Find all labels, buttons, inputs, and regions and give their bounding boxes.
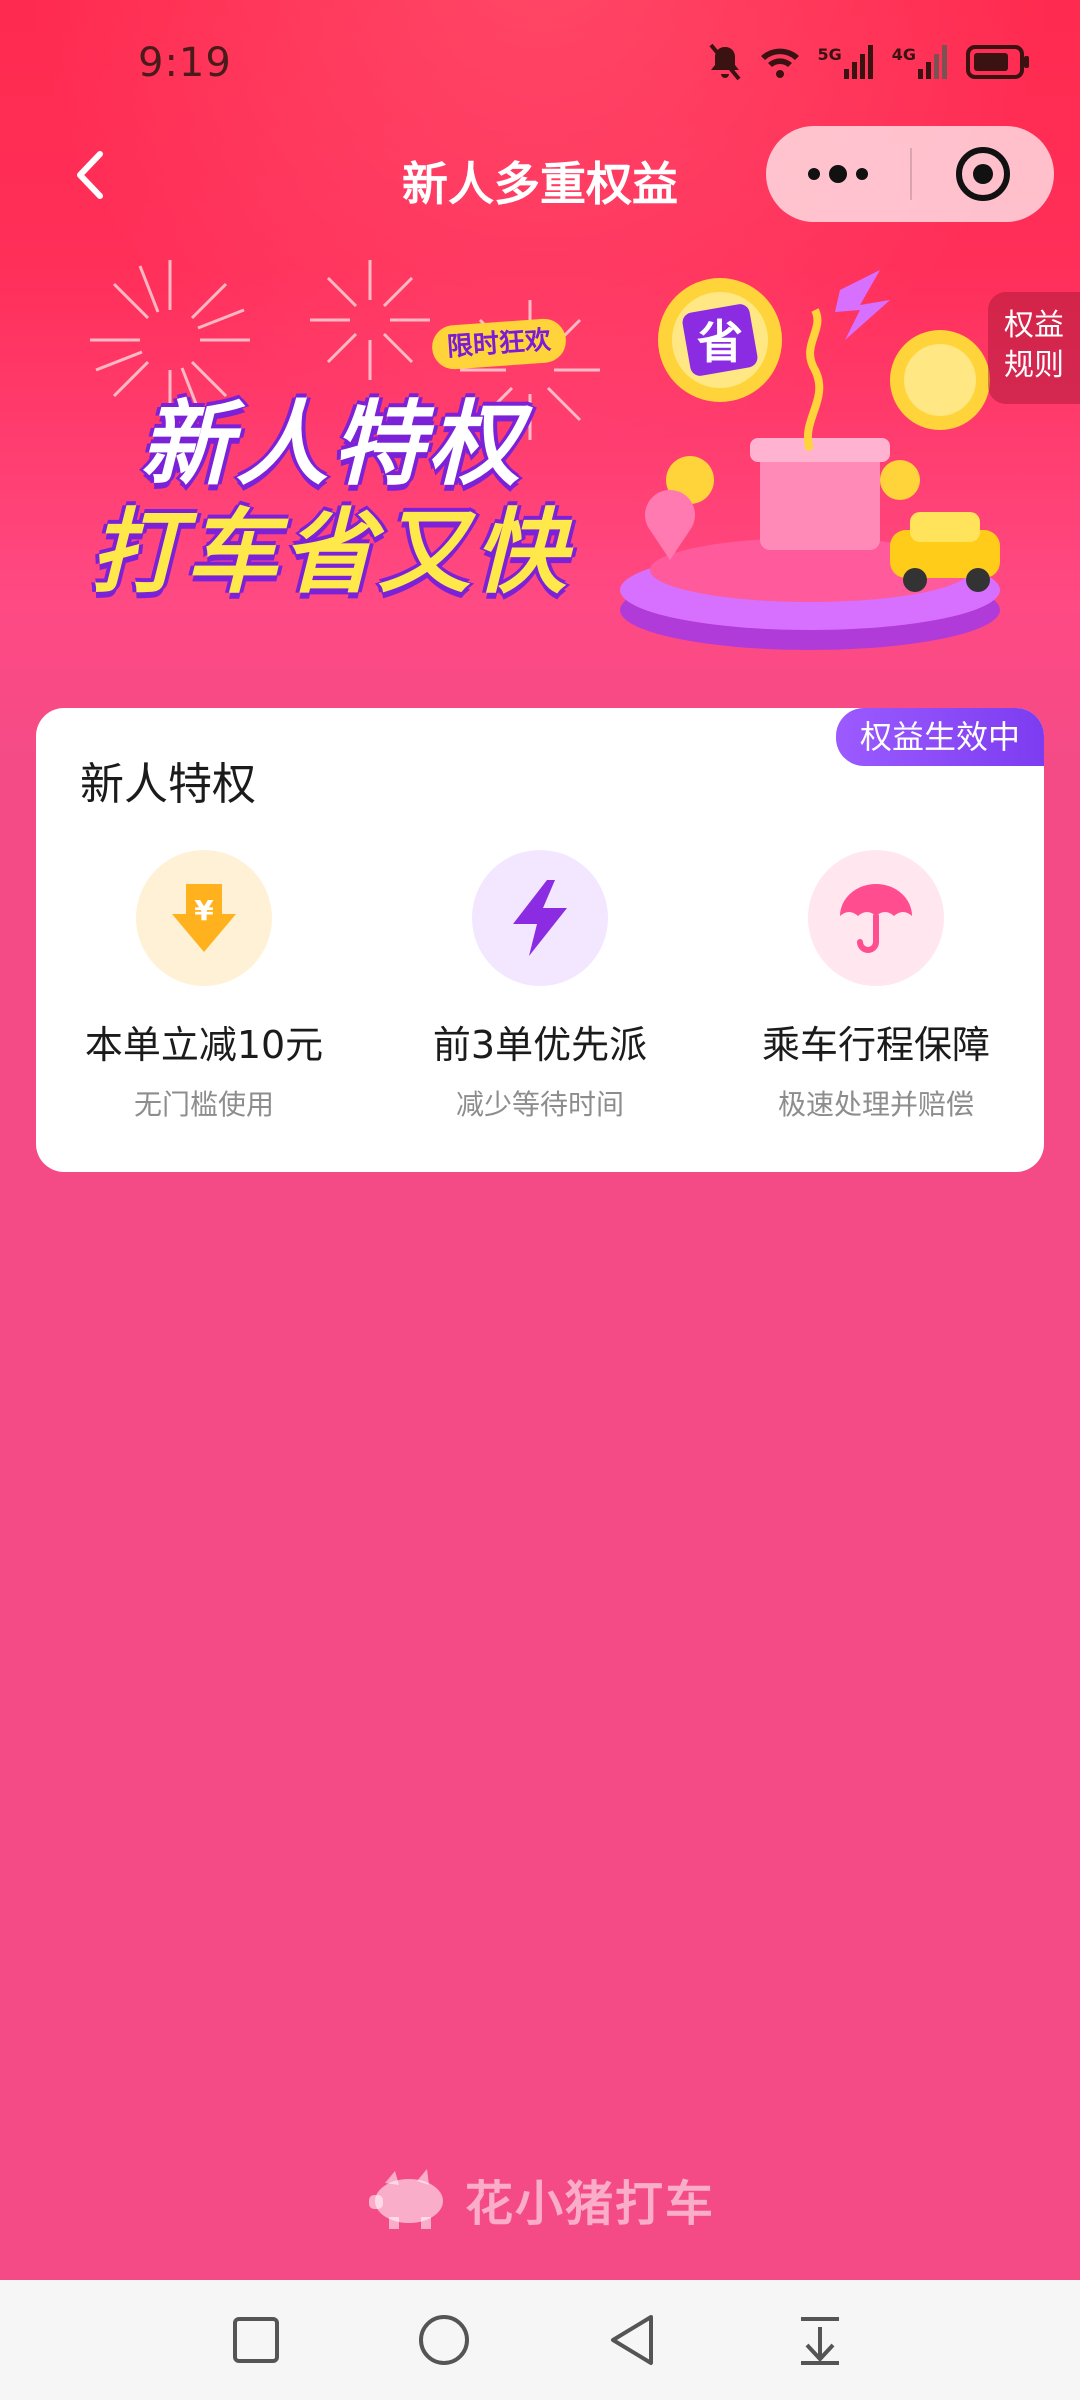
signal-4g-icon: 4G [892,45,950,79]
close-miniprogram-button[interactable] [912,126,1054,222]
more-dots-icon [808,165,868,183]
recent-apps-button[interactable] [226,2310,286,2370]
limited-time-tag: 限时狂欢 [430,317,568,371]
system-back-button[interactable] [602,2310,662,2370]
mute-bell-icon [707,43,743,81]
rules-label-line2: 规则 [1004,348,1064,383]
notification-pull-down-button[interactable] [790,2310,850,2370]
umbrella-icon [808,850,944,986]
miniprogram-capsule [766,126,1054,222]
perk-title: 前3单优先派 [432,1023,648,1067]
triangle-back-icon [611,2315,653,2365]
perk-subtitle: 无门槛使用 [133,1088,274,1121]
perk-subtitle: 减少等待时间 [455,1088,624,1121]
status-time: 9:19 [138,40,232,86]
brand-name: 花小猪打车 [464,2176,715,2232]
network-4g-label: 4G [891,45,916,64]
more-button[interactable] [766,126,910,222]
status-icons: 5G 4G [707,42,1030,82]
perk-discount: ¥ 本单立减10元 无门槛使用 [36,850,372,1123]
battery-icon [966,45,1030,79]
banner-subheadline: 打车省又快 [90,499,571,606]
system-navigation-bar [0,2280,1080,2400]
perk-subtitle: 极速处理并赔偿 [777,1088,974,1121]
home-button[interactable] [414,2310,474,2370]
signal-5g-icon: 5G [817,45,875,79]
status-badge: 权益生效中 [836,708,1044,766]
nav-bar: 新人多重权益 [0,120,1080,230]
perk-priority-dispatch: 前3单优先派 减少等待时间 [372,850,708,1123]
lightning-icon [472,850,608,986]
circle-icon [419,2315,469,2365]
gift-platform-illustration: 省 [620,270,1000,650]
svg-text:¥: ¥ [194,894,214,927]
rules-button[interactable]: 权益 规则 [988,292,1080,404]
wifi-icon [759,45,801,79]
network-5g-label: 5G [817,45,842,64]
perk-ride-protection: 乘车行程保障 极速处理并赔偿 [708,850,1044,1123]
yen-arrow-down-icon: ¥ [136,850,272,986]
card-title: 新人特权 [80,759,256,810]
save-coin-label: 省 [697,315,743,369]
pig-logo-icon [368,2169,443,2229]
square-icon [233,2317,279,2363]
newcomer-privileges-card: 权益生效中 新人特权 ¥ 本单立减10元 无门槛使用 前3单优先派 减少等待时间… [36,708,1044,1172]
rules-label-line1: 权益 [1004,308,1064,343]
promo-banner: 限时狂欢 新人特权 打车省又快 省 权益 规则 [0,230,1080,690]
status-bar: 9:19 5G 4G [0,0,1080,130]
pull-down-icon [801,2317,839,2365]
target-close-icon [956,147,1010,201]
perk-title: 本单立减10元 [84,1023,324,1067]
perk-title: 乘车行程保障 [761,1023,990,1067]
brand-footer: 花小猪打车 [0,2164,1080,2234]
